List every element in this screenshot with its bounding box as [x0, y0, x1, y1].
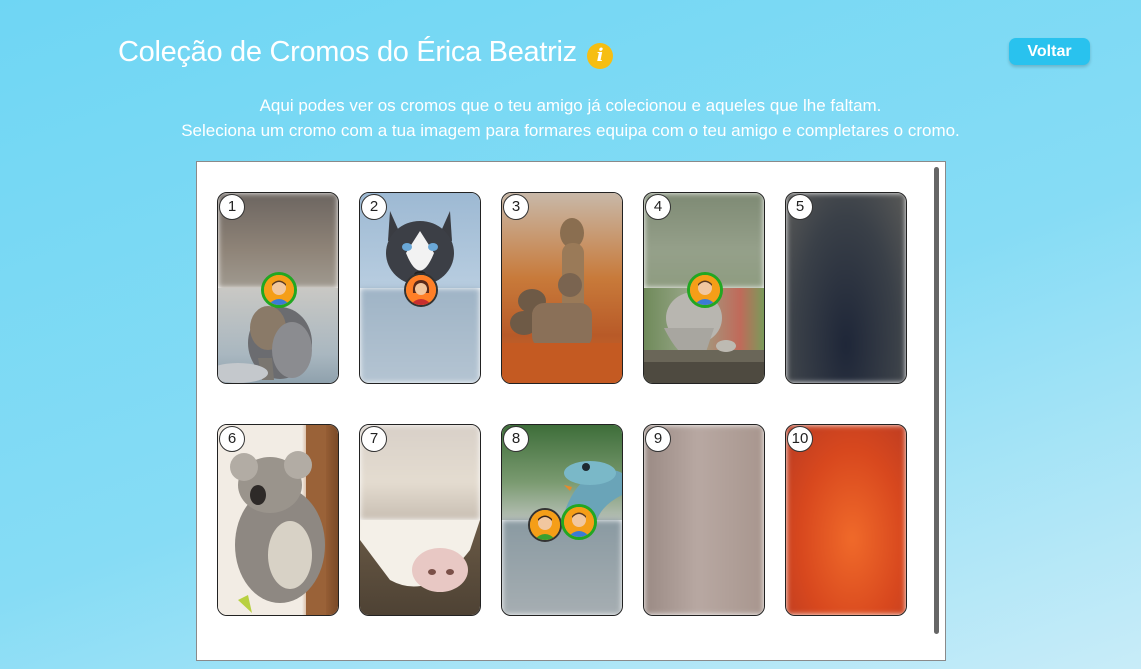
sticker-number: 1: [219, 194, 245, 220]
sticker-koala-image: [218, 425, 338, 615]
friend-avatar-icon[interactable]: [528, 508, 562, 542]
sticker-number: 4: [645, 194, 671, 220]
sticker-number: 9: [645, 426, 671, 452]
sticker-missing-image: [786, 425, 906, 615]
sticker-number: 2: [361, 194, 387, 220]
sticker-card-10[interactable]: 10: [785, 424, 907, 616]
friend-avatar-icon[interactable]: [687, 272, 723, 308]
my-avatar-icon[interactable]: [561, 504, 597, 540]
back-button[interactable]: Voltar: [1009, 38, 1090, 65]
sticker-number: 3: [503, 194, 529, 220]
sticker-card-9[interactable]: 9: [643, 424, 765, 616]
page-title: Coleção de Cromos do Érica Beatriz i: [118, 36, 613, 69]
info-icon[interactable]: i: [586, 42, 613, 69]
description-line-1: Aqui podes ver os cromos que o teu amigo…: [259, 96, 882, 115]
sticker-meerkats-image: [502, 193, 622, 383]
sticker-missing-image: [786, 193, 906, 383]
sticker-number: 8: [503, 426, 529, 452]
sticker-number: 7: [361, 426, 387, 452]
page-title-text: Coleção de Cromos do Érica Beatriz: [118, 36, 577, 68]
sticker-sheep-image: [360, 520, 480, 615]
sticker-number: 10: [787, 426, 813, 452]
sticker-card-7[interactable]: 7: [359, 424, 481, 616]
friend-avatar-icon[interactable]: [261, 272, 297, 308]
sticker-missing-half: [502, 520, 622, 615]
sticker-card-6[interactable]: 6: [217, 424, 339, 616]
description-line-2: Seleciona um cromo com a tua imagem para…: [181, 121, 960, 140]
sticker-number: 5: [787, 194, 813, 220]
friend-avatar-icon[interactable]: [404, 273, 438, 307]
panel-scrollbar[interactable]: [934, 167, 939, 634]
sticker-number: 6: [219, 426, 245, 452]
sticker-missing-image: [644, 425, 764, 615]
sticker-card-5[interactable]: 5: [785, 192, 907, 384]
sticker-card-3[interactable]: 3: [501, 192, 623, 384]
